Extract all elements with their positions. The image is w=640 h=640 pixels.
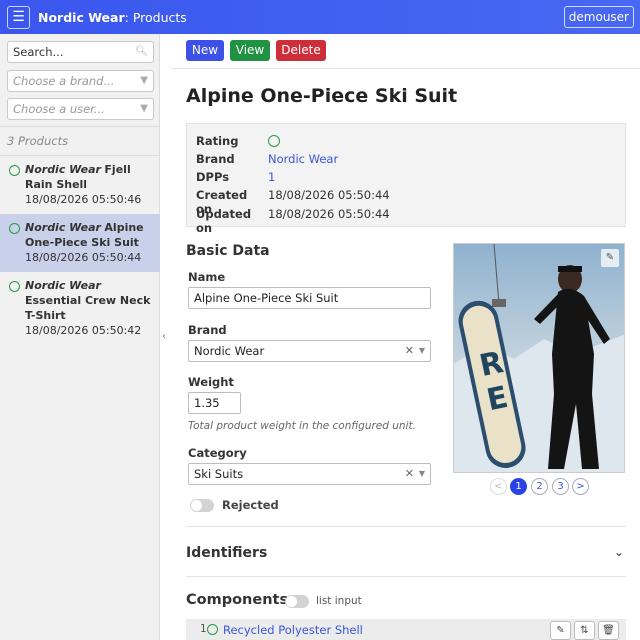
list-item[interactable]: Nordic Wear Fjell Rain Shell 18/08/2026 … [0,156,160,214]
weight-field[interactable]: 1.35 [188,392,241,414]
smiley-icon [9,165,20,176]
name-field[interactable]: Alpine One-Piece Ski Suit [188,287,431,309]
category-label: Category [188,446,247,460]
edit-image-icon[interactable]: ✎ [601,249,619,267]
divider [186,526,626,527]
app-title: Nordic Wear: Products [38,9,187,25]
search-input[interactable]: Search... 🔍︎ [7,41,154,63]
product-image: R E ✎ [453,243,625,473]
components-heading: Components [186,592,289,608]
dpps-link[interactable]: 1 [268,170,275,184]
list-input-toggle[interactable] [285,595,309,608]
list-item-date: 18/08/2026 05:50:46 [25,193,142,206]
category-select[interactable]: Ski Suits ✕ ▼ [188,463,431,485]
smiley-icon [9,223,20,234]
brand-select[interactable]: Nordic Wear ✕ ▼ [188,340,431,362]
app-brand: Nordic Wear [38,9,125,25]
name-value: Alpine One-Piece Ski Suit [194,291,339,305]
page-title: Alpine One-Piece Ski Suit [186,85,458,107]
search-icon: 🔍︎ [135,46,148,57]
weight-label: Weight [188,375,234,389]
brand-label: Brand [196,152,235,166]
reorder-icon[interactable]: ⇅ [574,621,595,640]
rejected-toggle[interactable] [190,499,214,512]
info-panel: Rating Brand Nordic Wear DPPs 1 Created … [186,123,626,235]
product-photo: R E [454,244,624,472]
chevron-down-icon: ▼ [418,346,425,355]
smiley-icon [9,281,20,292]
rating-value [268,134,280,149]
brand-filter-placeholder: Choose a brand... [13,74,115,88]
list-item-name: Essential Crew Neck T-Shirt [25,294,151,322]
collapse-sidebar-icon[interactable]: ‹ [162,331,166,342]
page-3-button[interactable]: 3 [552,478,569,495]
rejected-label: Rejected [222,498,279,512]
chevron-down-icon: ▼ [140,103,148,114]
view-button[interactable]: View [230,40,270,61]
component-link[interactable]: Recycled Polyester Shell [223,623,363,637]
basic-data-heading: Basic Data [186,243,270,259]
hamburger-menu-icon[interactable]: ☰ [7,5,30,29]
smiley-icon [268,135,280,147]
clear-icon[interactable]: ✕ [405,464,414,484]
search-placeholder: Search... [13,45,64,59]
user-filter-placeholder: Choose a user... [13,102,105,116]
dpps-label: DPPs [196,170,230,184]
category-value: Ski Suits [194,467,244,481]
page-1-button[interactable]: 1 [510,478,527,495]
next-page-button[interactable]: > [572,478,589,495]
smiley-icon [207,624,218,635]
trash-icon[interactable]: 🗑︎ [598,621,619,640]
user-filter-select[interactable]: Choose a user... ▼ [7,98,154,120]
created-value: 18/08/2026 05:50:44 [268,188,390,202]
brand-link[interactable]: Nordic Wear [268,152,338,166]
list-input-label: list input [316,595,362,607]
clear-icon[interactable]: ✕ [405,341,414,361]
updated-value: 18/08/2026 05:50:44 [268,207,390,221]
edit-icon[interactable]: ✎ [550,621,571,640]
list-item-date: 18/08/2026 05:50:42 [25,324,142,337]
brand-field-label: Brand [188,323,227,337]
chevron-down-icon[interactable]: ⌄ [614,545,624,559]
chevron-down-icon: ▼ [418,469,425,478]
weight-hint: Total product weight in the configured u… [188,420,416,432]
list-item-brand: Nordic Wear [25,221,101,234]
name-label: Name [188,270,226,284]
list-item-brand: Nordic Wear [25,279,101,292]
sidebar: Search... 🔍︎ Choose a brand... ▼ Choose … [0,34,160,640]
brand-filter-select[interactable]: Choose a brand... ▼ [7,70,154,92]
list-item[interactable]: Nordic Wear Essential Crew Neck T-Shirt … [0,272,160,337]
new-button[interactable]: New [186,40,224,61]
product-count: 3 Products [7,134,69,148]
list-item-brand: Nordic Wear [25,163,101,176]
brand-select-value: Nordic Wear [194,344,265,358]
delete-button[interactable]: Delete [276,40,326,61]
page-2-button[interactable]: 2 [531,478,548,495]
component-number: 1 [200,623,207,635]
rating-label: Rating [196,134,239,148]
app-page: Products [132,9,187,25]
weight-value: 1.35 [194,396,220,410]
user-menu-button[interactable]: demouser [563,6,634,28]
updated-label: Updated on [196,207,252,235]
divider [186,576,626,577]
list-item-date: 18/08/2026 05:50:44 [25,251,142,264]
component-row: 1 Recycled Polyester Shell ✎ ⇅ 🗑︎ [186,619,626,640]
list-item[interactable]: Nordic Wear Alpine One-Piece Ski Suit 18… [0,214,160,272]
toolbar: New View Delete [172,34,640,69]
identifiers-heading[interactable]: Identifiers [186,545,267,561]
divider [0,126,160,127]
chevron-down-icon: ▼ [140,75,148,86]
prev-page-button[interactable]: < [490,478,507,495]
top-bar: ☰ Nordic Wear: Products demouser [0,0,640,34]
main-content: New View Delete Alpine One-Piece Ski Sui… [172,34,640,640]
